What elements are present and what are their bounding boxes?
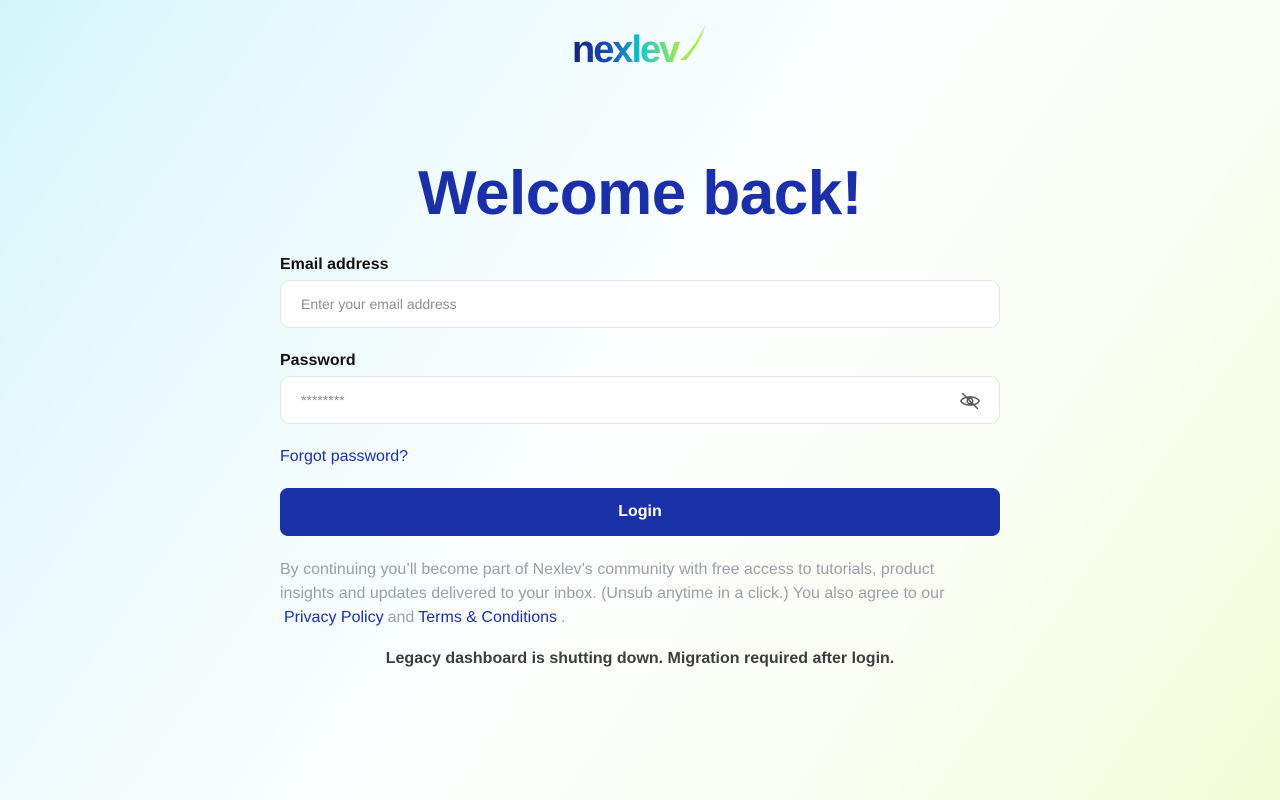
email-label: Email address	[280, 256, 389, 273]
privacy-policy-link[interactable]: Privacy Policy	[280, 609, 388, 626]
login-page: nexlev Welcome back! Email address Passw…	[0, 0, 1280, 800]
password-field-wrapper	[280, 376, 1000, 424]
legal-period: .	[561, 609, 566, 626]
password-label: Password	[280, 352, 356, 369]
login-form: Email address Password Forgot password? …	[280, 254, 1000, 668]
nexlev-logo: nexlev	[572, 24, 706, 66]
email-input[interactable]	[281, 281, 921, 327]
login-button[interactable]: Login	[280, 488, 1000, 536]
forgot-password-link[interactable]: Forgot password?	[280, 446, 408, 468]
terms-conditions-link[interactable]: Terms & Conditions	[414, 609, 561, 626]
email-field-wrapper	[280, 280, 1000, 328]
legal-text: By continuing you’ll become part of Nexl…	[280, 558, 990, 630]
page-title: Welcome back!	[418, 159, 862, 228]
migration-notice: Legacy dashboard is shutting down. Migra…	[385, 650, 895, 667]
legal-intro: By continuing you’ll become part of Nexl…	[280, 561, 945, 602]
password-input[interactable]	[281, 377, 921, 423]
eye-off-icon[interactable]	[959, 390, 981, 412]
logo-wordmark: nexlev	[572, 29, 680, 66]
legal-and: and	[387, 609, 415, 626]
